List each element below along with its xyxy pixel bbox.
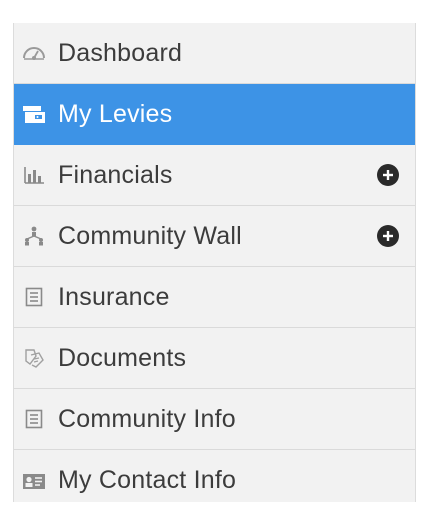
wallet-icon: [21, 101, 47, 127]
document-lines-icon: [21, 406, 47, 432]
sidebar-item-label: Documents: [58, 343, 187, 372]
expand-plus-icon[interactable]: [377, 225, 399, 247]
sidebar-item-label: My Levies: [58, 99, 173, 128]
sidebar-item-label: Dashboard: [58, 38, 183, 67]
sidebar-item-dashboard[interactable]: Dashboard: [14, 23, 415, 84]
sidebar-item-label: My Contact Info: [58, 466, 237, 494]
people-network-icon: [21, 223, 47, 249]
sidebar-item-label: Insurance: [58, 282, 170, 311]
document-lines-icon: [21, 284, 47, 310]
sidebar-item-label: Community Wall: [58, 221, 242, 250]
sidebar-item-label: Financials: [58, 160, 173, 189]
documents-icon: [21, 345, 47, 371]
dashboard-gauge-icon: [21, 40, 47, 66]
expand-plus-icon[interactable]: [377, 164, 399, 186]
bar-chart-icon: [21, 162, 47, 188]
sidebar-item-community-wall[interactable]: Community Wall: [14, 206, 415, 267]
sidebar-item-financials[interactable]: Financials: [14, 145, 415, 206]
sidebar-item-documents[interactable]: Documents: [14, 328, 415, 389]
sidebar-item-insurance[interactable]: Insurance: [14, 267, 415, 328]
sidebar-item-my-levies[interactable]: My Levies: [14, 84, 415, 145]
sidebar-item-community-info[interactable]: Community Info: [14, 389, 415, 450]
sidebar-menu: Dashboard My Levies Financials Community…: [13, 23, 416, 502]
contact-card-icon: [21, 468, 47, 494]
sidebar-item-label: Community Info: [58, 404, 236, 433]
